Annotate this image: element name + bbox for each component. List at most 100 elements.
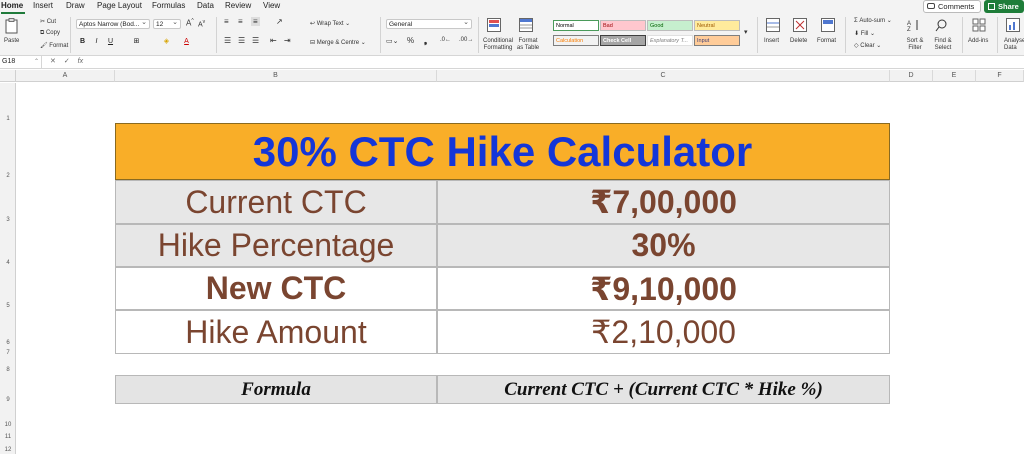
- decrease-indent-icon[interactable]: ⇤: [270, 36, 277, 45]
- sort-filter-icon[interactable]: AZ: [907, 18, 921, 32]
- cut-button[interactable]: ✂ Cut: [40, 18, 56, 25]
- font-color-icon[interactable]: A: [182, 37, 191, 46]
- increase-decimal-icon[interactable]: .0←: [440, 37, 451, 43]
- clear-button[interactable]: ◇ Clear ⌄: [854, 42, 881, 49]
- label-hike-amount[interactable]: Hike Amount: [115, 310, 437, 354]
- formula-text[interactable]: Current CTC + (Current CTC * Hike %): [437, 375, 890, 404]
- name-box[interactable]: G18 ⌃: [0, 56, 42, 69]
- column-header-a[interactable]: A: [16, 70, 115, 82]
- row-header-7[interactable]: 7: [0, 347, 16, 357]
- comments-button[interactable]: Comments: [923, 0, 981, 13]
- italic-button[interactable]: I: [92, 37, 101, 46]
- formula-label[interactable]: Formula: [115, 375, 437, 404]
- row-header-10[interactable]: 10: [0, 404, 16, 429]
- select-all-corner[interactable]: [0, 70, 16, 82]
- insert-label[interactable]: Insert: [764, 38, 779, 45]
- label-current-ctc[interactable]: Current CTC: [115, 180, 437, 224]
- enter-icon[interactable]: ✓: [64, 58, 70, 65]
- align-middle-icon[interactable]: ≡: [238, 17, 243, 26]
- sort-filter-label[interactable]: Sort & Filter: [906, 38, 924, 52]
- style-neutral[interactable]: Neutral: [694, 20, 740, 31]
- style-input[interactable]: Input: [694, 35, 740, 46]
- value-hike-percentage[interactable]: 30%: [437, 224, 890, 267]
- conditional-formatting-icon[interactable]: [487, 18, 501, 32]
- fx-icon[interactable]: fx: [78, 58, 83, 65]
- style-check-cell[interactable]: Check Cell: [600, 35, 646, 46]
- tab-view[interactable]: View: [263, 1, 280, 10]
- tab-draw[interactable]: Draw: [66, 1, 85, 10]
- currency-icon[interactable]: ▭⌄: [386, 37, 398, 45]
- orientation-icon[interactable]: ↗: [276, 17, 283, 26]
- formula-input[interactable]: [96, 57, 1016, 67]
- column-header-f[interactable]: F: [976, 70, 1024, 82]
- comma-icon[interactable]: ❟: [424, 36, 427, 46]
- fill-color-icon[interactable]: ◈: [162, 37, 171, 46]
- row-header-11[interactable]: 11: [0, 429, 16, 441]
- tab-formulas[interactable]: Formulas: [152, 1, 185, 10]
- tab-review[interactable]: Review: [225, 1, 251, 10]
- align-center-icon[interactable]: ☰: [238, 36, 245, 45]
- analyse-data-icon[interactable]: [1006, 18, 1020, 32]
- share-button[interactable]: Share: [984, 0, 1024, 13]
- label-hike-percentage[interactable]: Hike Percentage: [115, 224, 437, 267]
- wrap-text-button[interactable]: ↩ Wrap Text ⌄: [310, 20, 350, 27]
- value-hike-amount[interactable]: ₹2,10,000: [437, 310, 890, 354]
- tab-insert[interactable]: Insert: [33, 1, 53, 10]
- value-new-ctc[interactable]: ₹9,10,000: [437, 267, 890, 310]
- row-header-4[interactable]: 4: [0, 224, 16, 267]
- styles-expand-icon[interactable]: ▾: [744, 28, 748, 36]
- add-ins-icon[interactable]: [972, 18, 986, 32]
- style-normal[interactable]: Normal: [553, 20, 599, 31]
- font-size-dropdown[interactable]: 12: [153, 18, 181, 29]
- find-select-label[interactable]: Find & Select: [932, 38, 954, 52]
- decrease-decimal-icon[interactable]: .00→: [459, 37, 473, 43]
- borders-icon[interactable]: ⊞: [132, 37, 141, 46]
- align-top-icon[interactable]: ≡: [224, 17, 229, 26]
- insert-cells-icon[interactable]: [766, 18, 780, 32]
- format-as-table-label[interactable]: Format as Table: [515, 38, 541, 52]
- format-painter-button[interactable]: 🖌 Format: [40, 42, 68, 49]
- cancel-icon[interactable]: ✕: [50, 58, 56, 65]
- increase-indent-icon[interactable]: ⇥: [284, 36, 291, 45]
- name-box-dropdown-icon[interactable]: ⌃: [34, 56, 39, 68]
- style-good[interactable]: Good: [647, 20, 693, 31]
- row-header-1[interactable]: 1: [0, 83, 16, 123]
- delete-label[interactable]: Delete: [790, 38, 807, 45]
- increase-font-icon[interactable]: A^: [186, 18, 194, 28]
- bold-button[interactable]: B: [78, 37, 87, 46]
- style-bad[interactable]: Bad: [600, 20, 646, 31]
- column-header-e[interactable]: E: [933, 70, 976, 82]
- row-header-8[interactable]: 8: [0, 357, 16, 374]
- row-header-5[interactable]: 5: [0, 267, 16, 310]
- decrease-font-icon[interactable]: Av: [198, 19, 205, 28]
- number-format-dropdown[interactable]: General: [386, 18, 472, 29]
- align-right-icon[interactable]: ☰: [252, 36, 259, 45]
- format-cells-icon[interactable]: [821, 18, 835, 32]
- conditional-formatting-label[interactable]: Conditional Formatting: [481, 38, 515, 52]
- align-bottom-icon[interactable]: ≡: [251, 17, 260, 26]
- format-label[interactable]: Format: [817, 38, 836, 45]
- tab-page-layout[interactable]: Page Layout: [97, 1, 142, 10]
- column-header-c[interactable]: C: [437, 70, 890, 82]
- tab-home[interactable]: Home: [1, 1, 23, 10]
- style-explanatory[interactable]: Explanatory T...: [647, 35, 693, 46]
- format-as-table-icon[interactable]: [519, 18, 533, 32]
- align-left-icon[interactable]: ☰: [224, 36, 231, 45]
- merge-centre-button[interactable]: ⊟ Merge & Centre ⌄: [310, 39, 366, 46]
- fill-button[interactable]: ⬇ Fill ⌄: [854, 30, 875, 37]
- label-new-ctc[interactable]: New CTC: [115, 267, 437, 310]
- value-current-ctc[interactable]: ₹7,00,000: [437, 180, 890, 224]
- font-name-dropdown[interactable]: Aptos Narrow (Bod...: [76, 18, 150, 29]
- row-header-2[interactable]: 2: [0, 123, 16, 180]
- row-header-9[interactable]: 9: [0, 374, 16, 404]
- style-calculation[interactable]: Calculation: [553, 35, 599, 46]
- row-header-3[interactable]: 3: [0, 180, 16, 224]
- paste-icon[interactable]: [5, 18, 19, 34]
- tab-data[interactable]: Data: [197, 1, 214, 10]
- copy-button[interactable]: ⧉ Copy: [40, 30, 60, 37]
- underline-button[interactable]: U: [106, 37, 115, 46]
- row-header-6[interactable]: 6: [0, 310, 16, 347]
- delete-cells-icon[interactable]: [793, 18, 807, 32]
- column-header-b[interactable]: B: [115, 70, 437, 82]
- add-ins-label[interactable]: Add-ins: [968, 38, 988, 45]
